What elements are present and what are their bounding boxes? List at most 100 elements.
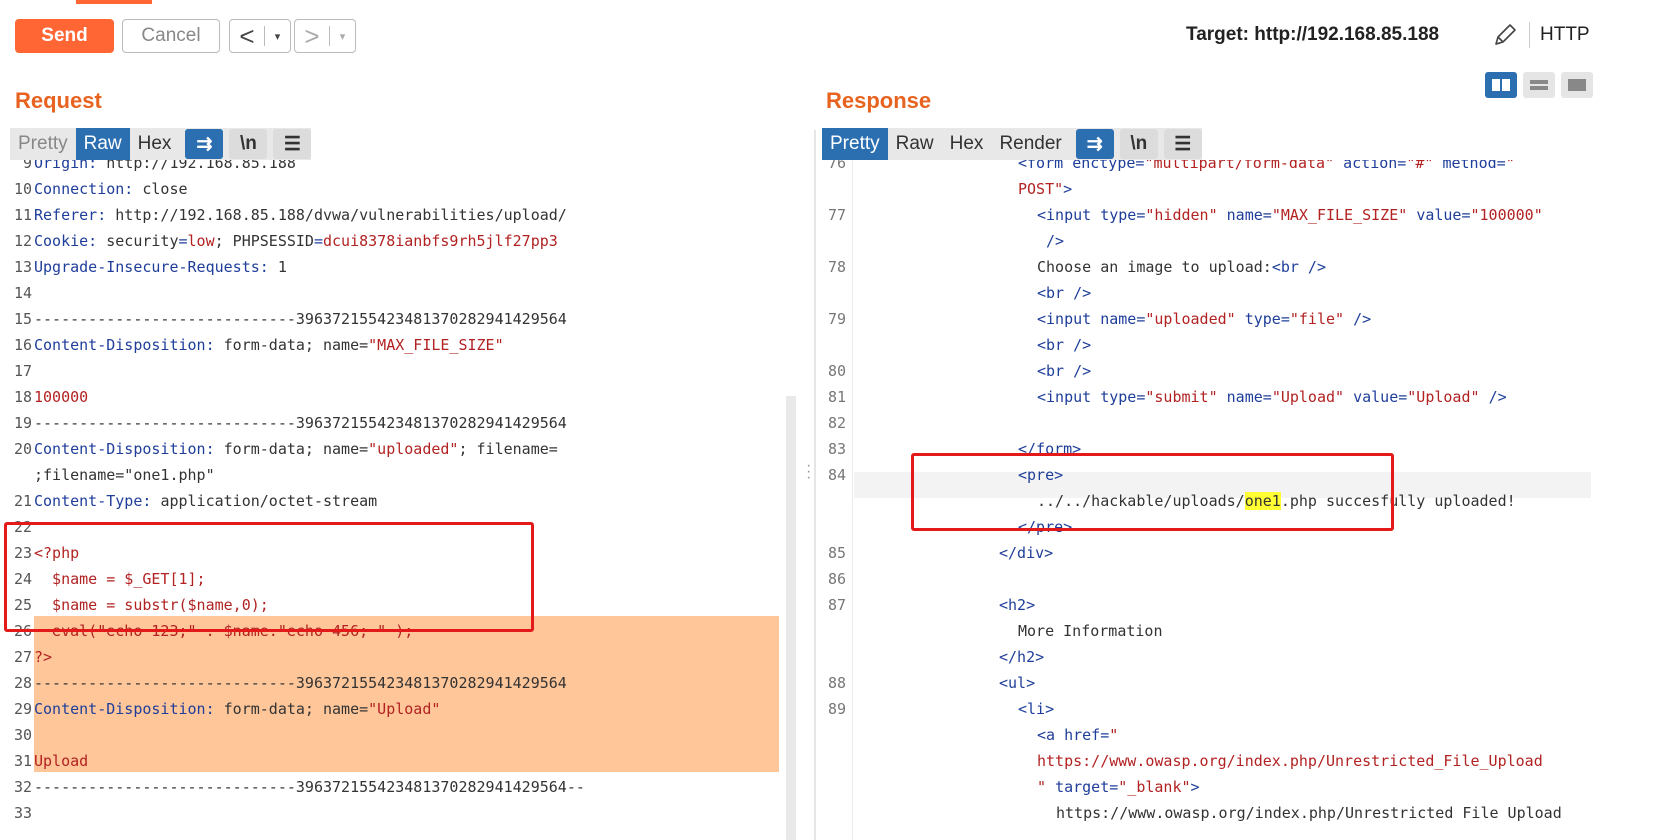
annotation-box-php-payload [4, 522, 534, 632]
code-token: Upgrade-Insecure-Requests: [34, 258, 278, 276]
code-line: 16 Content-Disposition: form-data; name="… [0, 332, 780, 358]
stacked-layout-icon[interactable] [1523, 72, 1555, 98]
code-text: -----------------------------39637215542… [34, 774, 585, 800]
line-number: 12 [13, 232, 32, 250]
code-token: <br /> [1037, 362, 1092, 380]
code-line: 13 Upgrade-Insecure-Requests: 1 [0, 254, 780, 280]
tab-pretty[interactable]: Pretty [822, 128, 888, 160]
code-line: 9 Origin: http://192.168.85.188 [0, 160, 780, 176]
code-token: enctype= [1072, 160, 1145, 172]
code-token: http://192.168.85.188 [106, 160, 296, 172]
newline-icon[interactable]: \n [229, 129, 268, 159]
code-line: 77 <input type="hidden" name="MAX_FILE_SI… [816, 202, 1591, 228]
back-dropdown-icon[interactable]: ▾ [265, 30, 290, 43]
code-token: 1 [277, 258, 287, 276]
code-token: type= [1244, 310, 1290, 328]
code-line: 31 Upload [0, 748, 780, 774]
code-text: <ul> [999, 670, 1035, 696]
code-text: <form enctype="multipart/form-data" acti… [1018, 160, 1515, 176]
code-text: <h2> [999, 592, 1035, 618]
code-token: "uploaded" [1145, 310, 1245, 328]
tab-hex[interactable]: Hex [130, 128, 180, 160]
code-token: value= [1416, 206, 1471, 224]
wrap-lines-icon[interactable]: ⇉ [185, 129, 224, 159]
wrap-lines-icon[interactable]: ⇉ [1075, 129, 1114, 159]
code-token: application/octet-stream [160, 492, 378, 510]
tabbed-layout-icon[interactable] [1561, 72, 1593, 98]
code-text: Content-Type: application/octet-stream [34, 488, 377, 514]
request-scrollbar[interactable] [786, 396, 796, 840]
code-line: 81 <input type="submit" name="Upload" val… [816, 384, 1591, 410]
line-number: 19 [13, 414, 32, 432]
code-line: 32 -----------------------------396372155… [0, 774, 780, 800]
code-line: 18 100000 [0, 384, 780, 410]
request-view-tabs: Pretty Raw Hex ⇉ \n ☰ [10, 128, 312, 160]
tab-pretty[interactable]: Pretty [10, 128, 76, 160]
side-by-side-layout-icon[interactable] [1485, 72, 1517, 98]
annotation-box-upload-success [911, 453, 1394, 531]
cancel-button[interactable]: Cancel [122, 19, 220, 53]
code-token: -----------------------------39637215542… [34, 414, 567, 432]
line-number: 89 [827, 700, 846, 718]
code-text: https://www.owasp.org/index.php/Unrestri… [1037, 748, 1543, 774]
pencil-icon[interactable] [1490, 20, 1520, 50]
code-text: -----------------------------39637215542… [34, 410, 567, 436]
menu-icon[interactable]: ☰ [273, 129, 312, 159]
code-line: ;filename="one1.php" [0, 462, 780, 488]
code-text: /> [1037, 228, 1064, 254]
code-token: " [1109, 726, 1119, 744]
code-text: <li> [1018, 696, 1054, 722]
code-text: " target="_blank"> [1037, 774, 1200, 800]
layout-toggle [1485, 72, 1593, 98]
code-line: https://www.owasp.org/index.php/Unrestri… [816, 800, 1591, 826]
code-token: > [1063, 180, 1073, 198]
line-number: 87 [827, 596, 846, 614]
code-line: 80 <br /> [816, 358, 1591, 384]
newline-icon[interactable]: \n [1119, 129, 1158, 159]
code-text: </div> [999, 540, 1053, 566]
tab-hex[interactable]: Hex [942, 128, 992, 160]
line-number: 83 [827, 440, 846, 458]
code-token: Content-Disposition: [34, 700, 224, 718]
line-number: 15 [13, 310, 32, 328]
code-text: Referer: http://192.168.85.188/dvwa/vuln… [34, 202, 567, 228]
code-token: <br /> [1037, 336, 1092, 354]
code-token: Content-Disposition: [34, 440, 224, 458]
code-line: 21 Content-Type: application/octet-stream [0, 488, 780, 514]
code-token: = [178, 232, 188, 250]
code-token: "multipart/form-data" [1144, 160, 1344, 172]
tab-render[interactable]: Render [991, 128, 1069, 160]
code-token: name= [1226, 388, 1272, 406]
code-text: <input type="hidden" name="MAX_FILE_SIZE… [1037, 202, 1543, 228]
code-token: Content-Type: [34, 492, 161, 510]
code-text: https://www.owasp.org/index.php/Unrestri… [1056, 800, 1562, 826]
code-token: dcui8378ianbfs9rh5jlf27pp3 [323, 232, 558, 250]
code-text: <input type="submit" name="Upload" value… [1037, 384, 1507, 410]
code-text: -----------------------------39637215542… [34, 670, 567, 696]
line-number: 9 [22, 160, 32, 172]
code-line: 20 Content-Disposition: form-data; name="… [0, 436, 780, 462]
request-editor[interactable]: 9 Origin: http://192.168.85.188 10 Connecti… [0, 160, 800, 840]
code-token: /> [1488, 388, 1507, 406]
forward-arrow-icon[interactable]: > [295, 20, 329, 52]
code-line: <a href=" [816, 722, 1591, 748]
code-token: <br /> [1037, 284, 1092, 302]
splitter-grip-icon[interactable]: · · · [806, 458, 811, 486]
code-token: Referer: [34, 206, 116, 224]
code-token: security [106, 232, 179, 250]
divider [1529, 22, 1530, 48]
back-arrow-icon[interactable]: < [230, 20, 264, 52]
code-token: <a [1037, 726, 1065, 744]
code-line: 17 [0, 358, 780, 384]
code-token: <form [1018, 160, 1073, 172]
send-button[interactable]: Send [15, 19, 114, 53]
code-text: Choose an image to upload:<br /> [1037, 254, 1326, 280]
code-line: 14 [0, 280, 780, 306]
code-token: form-data; name= [223, 700, 369, 718]
code-token: "#" [1406, 160, 1443, 172]
tab-raw[interactable]: Raw [888, 128, 942, 160]
tab-raw[interactable]: Raw [75, 128, 130, 160]
menu-icon[interactable]: ☰ [1163, 129, 1202, 159]
forward-dropdown-icon[interactable]: ▾ [330, 30, 355, 43]
code-token: Choose an image to upload: [1037, 258, 1272, 276]
